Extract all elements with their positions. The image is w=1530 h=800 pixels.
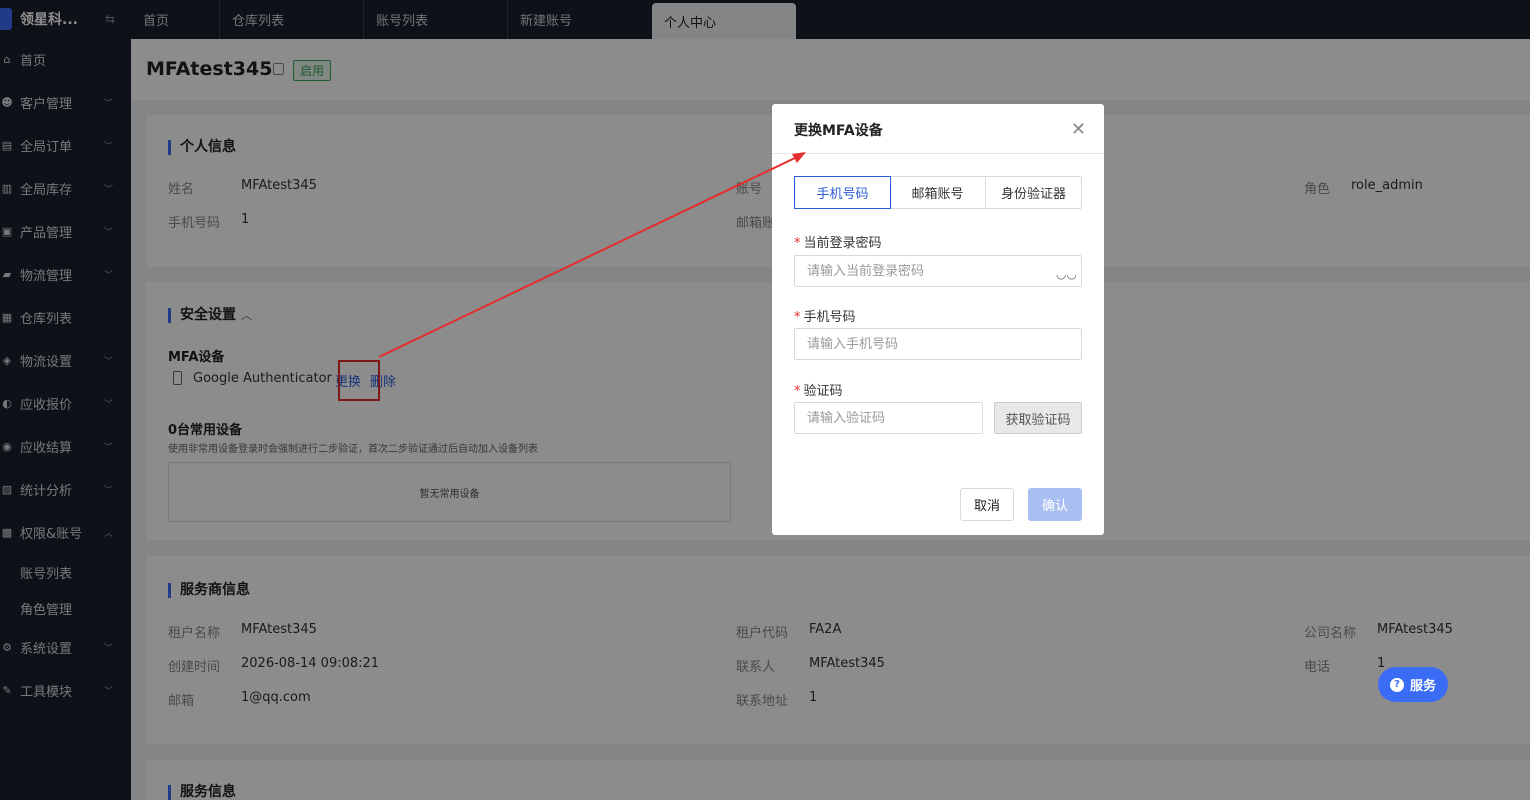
code-input[interactable] (794, 402, 983, 434)
service-label: 服务 (1409, 679, 1436, 694)
cancel-button[interactable]: 取消 (960, 488, 1014, 521)
close-icon[interactable]: ✕ (1071, 119, 1086, 140)
tab-label: 手机号码 (816, 187, 869, 202)
get-code-button[interactable]: 获取验证码 (994, 402, 1082, 434)
code-label: * 验证码 (794, 380, 843, 399)
phone-input[interactable] (794, 328, 1082, 360)
change-mfa-dialog: 更换MFA设备 ✕ 手机号码 邮箱账号 身份验证器 * 当前登录密码 ◡◡ * 手机… (772, 104, 1104, 535)
password-label: * 当前登录密码 (794, 232, 882, 251)
confirm-button[interactable]: 确认 (1028, 488, 1082, 521)
tab-label: 邮箱账号 (911, 187, 964, 202)
modal-overlay[interactable] (0, 0, 1530, 800)
tab-label: 身份验证器 (1000, 187, 1066, 202)
label-text: 当前登录密码 (803, 236, 882, 251)
tab-authenticator[interactable]: 身份验证器 (986, 177, 1081, 208)
label-text: 手机号码 (803, 310, 856, 325)
dialog-title: 更换MFA设备 (794, 123, 883, 139)
phone-label: * 手机号码 (794, 306, 856, 325)
eye-closed-icon[interactable]: ◡◡ (1056, 267, 1077, 281)
verify-method-tabs: 手机号码 邮箱账号 身份验证器 (794, 176, 1082, 209)
required-mark: * (794, 236, 801, 251)
password-input[interactable] (794, 255, 1082, 287)
help-icon: ? (1389, 677, 1404, 692)
divider (772, 153, 1104, 154)
tab-email[interactable]: 邮箱账号 (890, 177, 986, 208)
tab-phone[interactable]: 手机号码 (794, 176, 891, 209)
service-button[interactable]: ? 服务 (1378, 667, 1448, 702)
label-text: 验证码 (803, 384, 843, 399)
required-mark: * (794, 384, 801, 399)
required-mark: * (794, 310, 801, 325)
